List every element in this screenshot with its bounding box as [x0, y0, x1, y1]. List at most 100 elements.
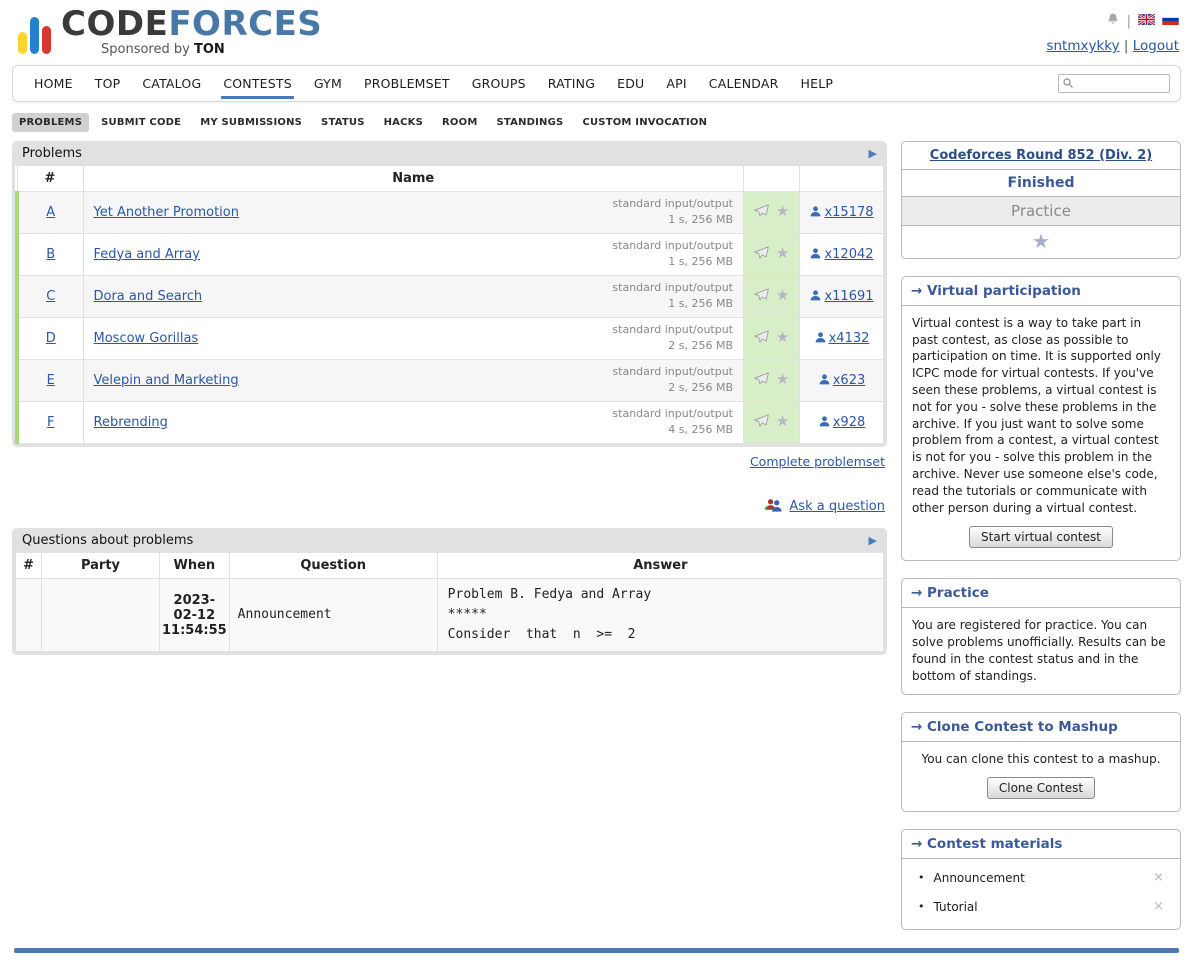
- nav-item-problemset[interactable]: PROBLEMSET: [353, 66, 461, 101]
- contest-star-icon[interactable]: ★: [902, 225, 1180, 258]
- solved-count-link[interactable]: x623: [833, 373, 866, 388]
- paper-plane-icon[interactable]: [754, 333, 769, 348]
- solved-count-link[interactable]: x11691: [824, 289, 873, 304]
- clone-contest-caption: → Clone Contest to Mashup: [902, 713, 1180, 742]
- problem-index-link[interactable]: B: [46, 247, 55, 262]
- paper-plane-icon[interactable]: [754, 375, 769, 390]
- nav-item-catalog[interactable]: CATALOG: [131, 66, 212, 101]
- contest-materials-caption: → Contest materials: [902, 830, 1180, 859]
- nav-item-help[interactable]: HELP: [790, 66, 845, 101]
- contest-materials-title-link[interactable]: → Contest materials: [911, 836, 1062, 852]
- subnav-item-my-submissions[interactable]: MY SUBMISSIONS: [193, 113, 309, 132]
- star-icon[interactable]: ★: [776, 328, 789, 346]
- problems-table: # Name A Yet Another Promotion standard …: [15, 165, 884, 444]
- ru-flag-icon[interactable]: [1162, 14, 1179, 29]
- person-icon: [814, 331, 827, 344]
- person-icon: [818, 373, 831, 386]
- problem-name-link[interactable]: Dora and Search: [94, 289, 203, 304]
- nav-item-gym[interactable]: GYM: [303, 66, 353, 101]
- problem-index-link[interactable]: F: [47, 415, 54, 430]
- paper-plane-icon[interactable]: [754, 249, 769, 264]
- search-input[interactable]: [1058, 74, 1170, 93]
- problems-header-row: # Name: [17, 165, 884, 191]
- paper-plane-icon[interactable]: [754, 291, 769, 306]
- subnav-item-hacks[interactable]: HACKS: [377, 113, 430, 132]
- material-label[interactable]: Announcement: [934, 871, 1145, 885]
- star-icon[interactable]: ★: [776, 370, 789, 388]
- bullet-icon: •: [918, 900, 925, 913]
- person-icon: [818, 415, 831, 428]
- paper-plane-icon[interactable]: [754, 417, 769, 432]
- questions-title: Questions about problems: [22, 533, 193, 548]
- practice-caption: → Practice: [902, 579, 1180, 608]
- nav-item-api[interactable]: API: [655, 66, 697, 101]
- material-item-announcement[interactable]: • Announcement ×: [914, 863, 1168, 892]
- logout-link[interactable]: Logout: [1133, 38, 1179, 54]
- col-header-when: When: [160, 552, 230, 578]
- contest-box: Codeforces Round 852 (Div. 2) Finished P…: [901, 141, 1181, 259]
- close-icon[interactable]: ×: [1153, 899, 1164, 914]
- problem-name-link[interactable]: Rebrending: [94, 415, 168, 430]
- col-header-number: #: [16, 552, 42, 578]
- close-icon[interactable]: ×: [1153, 870, 1164, 885]
- footer-bar: [14, 948, 1179, 953]
- problem-index-link[interactable]: D: [46, 331, 56, 346]
- contest-subnav: PROBLEMS SUBMIT CODE MY SUBMISSIONS STAT…: [12, 113, 1181, 132]
- col-header-answer: Answer: [437, 552, 883, 578]
- material-label[interactable]: Tutorial: [934, 900, 1145, 914]
- solved-count-link[interactable]: x928: [833, 415, 866, 430]
- col-header-party: Party: [42, 552, 160, 578]
- problem-name-link[interactable]: Moscow Gorillas: [94, 331, 199, 346]
- ask-question-link[interactable]: Ask a question: [789, 499, 885, 514]
- subnav-item-submit-code[interactable]: SUBMIT CODE: [94, 113, 188, 132]
- codeforces-logo[interactable]: CODEFORCES Sponsored by TON: [18, 10, 322, 57]
- contest-materials-box: → Contest materials • Announcement × • T…: [901, 829, 1181, 930]
- person-icon: [809, 247, 822, 260]
- question-type: Announcement: [229, 578, 437, 651]
- header-top-row: |: [1046, 12, 1179, 31]
- clone-contest-title-link[interactable]: → Clone Contest to Mashup: [911, 719, 1118, 735]
- problem-index-link[interactable]: A: [46, 205, 55, 220]
- paper-plane-icon[interactable]: [754, 207, 769, 222]
- complete-problemset-link[interactable]: Complete problemset: [750, 454, 885, 469]
- start-virtual-contest-button[interactable]: Start virtual contest: [969, 526, 1113, 548]
- star-icon[interactable]: ★: [776, 202, 789, 220]
- subnav-item-room[interactable]: ROOM: [435, 113, 484, 132]
- subnav-item-problems[interactable]: PROBLEMS: [12, 113, 89, 132]
- practice-title-link[interactable]: → Practice: [911, 585, 989, 601]
- contest-title-link[interactable]: Codeforces Round 852 (Div. 2): [930, 148, 1152, 163]
- problem-name-link[interactable]: Velepin and Marketing: [94, 373, 239, 388]
- solved-count-link[interactable]: x12042: [824, 247, 873, 262]
- nav-item-calendar[interactable]: CALENDAR: [698, 66, 790, 101]
- problem-name-link[interactable]: Yet Another Promotion: [94, 205, 239, 220]
- problem-index-link[interactable]: E: [47, 373, 55, 388]
- virtual-participation-title-link[interactable]: → Virtual participation: [911, 283, 1081, 299]
- nav-item-rating[interactable]: RATING: [537, 66, 606, 101]
- solved-count-link[interactable]: x4132: [829, 331, 870, 346]
- star-icon[interactable]: ★: [776, 412, 789, 430]
- expand-arrow-icon[interactable]: ▶: [869, 147, 877, 160]
- uk-flag-icon[interactable]: [1138, 14, 1155, 29]
- notifications-bell-icon[interactable]: [1106, 12, 1120, 31]
- material-item-tutorial[interactable]: • Tutorial ×: [914, 892, 1168, 921]
- main-nav: HOME TOP CATALOG CONTESTS GYM PROBLEMSET…: [12, 65, 1181, 102]
- nav-item-top[interactable]: TOP: [84, 66, 132, 101]
- clone-button-row: Clone Contest: [912, 777, 1170, 799]
- star-icon[interactable]: ★: [776, 244, 789, 262]
- nav-item-groups[interactable]: GROUPS: [461, 66, 537, 101]
- star-icon[interactable]: ★: [776, 286, 789, 304]
- subnav-item-status[interactable]: STATUS: [314, 113, 372, 132]
- expand-arrow-icon[interactable]: ▶: [869, 534, 877, 547]
- subnav-item-standings[interactable]: STANDINGS: [489, 113, 570, 132]
- nav-item-home[interactable]: HOME: [23, 66, 84, 101]
- clone-contest-button[interactable]: Clone Contest: [987, 777, 1095, 799]
- subnav-item-custom-invocation[interactable]: CUSTOM INVOCATION: [575, 113, 714, 132]
- problem-name-link[interactable]: Fedya and Array: [94, 247, 200, 262]
- clone-contest-text: You can clone this contest to a mashup.: [912, 751, 1170, 768]
- solved-count-link[interactable]: x15178: [824, 205, 873, 220]
- bullet-icon: •: [918, 871, 925, 884]
- nav-item-edu[interactable]: EDU: [606, 66, 655, 101]
- nav-item-contests[interactable]: CONTESTS: [212, 66, 303, 101]
- username-link[interactable]: sntmxykky: [1046, 38, 1119, 54]
- problem-index-link[interactable]: C: [46, 289, 55, 304]
